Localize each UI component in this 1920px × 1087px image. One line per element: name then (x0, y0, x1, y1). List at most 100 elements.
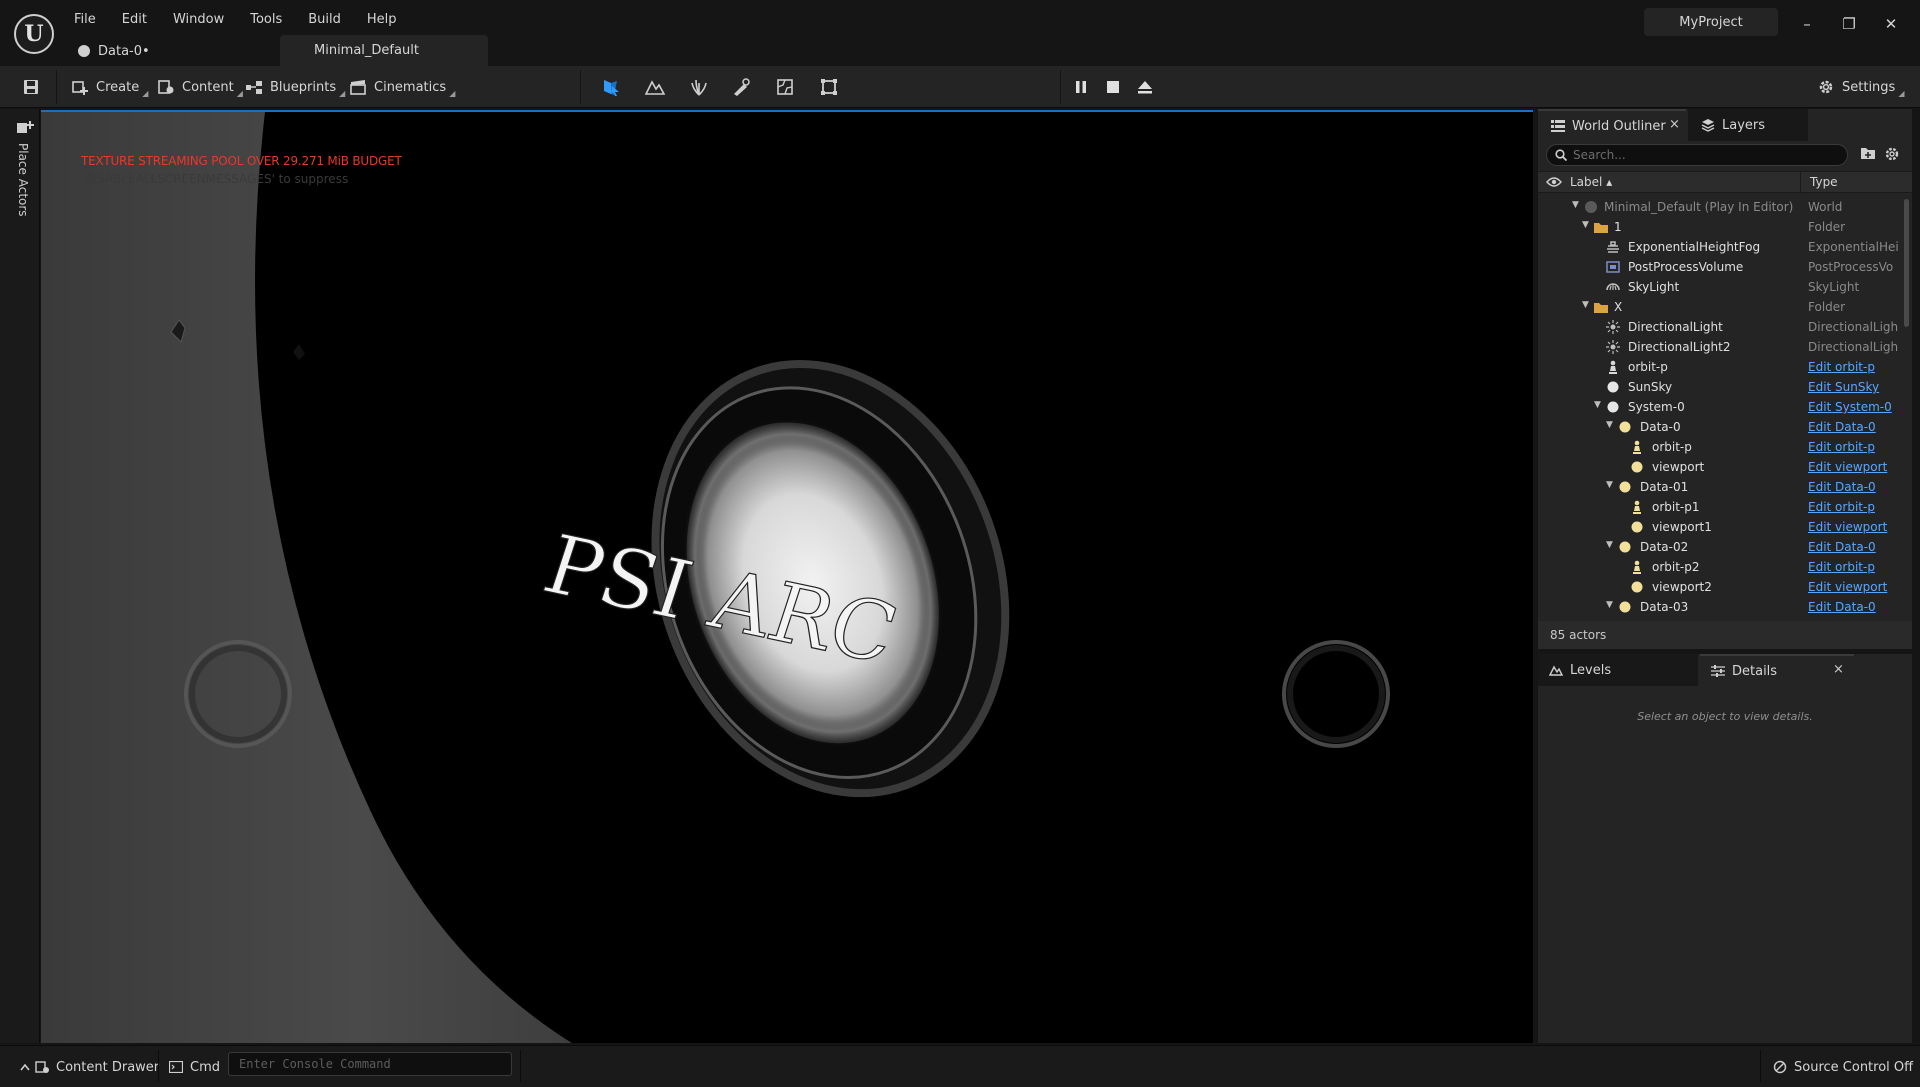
content-button[interactable]: Content ◢ (156, 74, 243, 100)
create-button[interactable]: Create ◢ (70, 74, 148, 100)
tree-row-actor[interactable]: ▼ Data-01 Edit Data-0 (1538, 477, 1912, 497)
tab-world-outliner[interactable]: World Outliner (1538, 109, 1686, 141)
tab-layers[interactable]: Layers (1688, 109, 1808, 141)
menu-help[interactable]: Help (357, 10, 407, 32)
edit-link[interactable]: Edit viewport (1808, 460, 1898, 474)
select-mode-icon[interactable] (598, 74, 624, 100)
settings-button[interactable]: Settings ◢ (1816, 74, 1904, 100)
console-command-field[interactable] (228, 1052, 512, 1076)
tree-row-actor[interactable]: viewport Edit viewport (1538, 457, 1912, 477)
tree-row-actor[interactable]: orbit-p Edit orbit-p (1538, 437, 1912, 457)
tree-row-actor[interactable]: orbit-p Edit orbit-p (1538, 357, 1912, 377)
new-folder-icon[interactable] (1860, 146, 1878, 164)
menu-build[interactable]: Build (298, 10, 351, 32)
tree-row-actor[interactable]: SunSky Edit SunSky (1538, 377, 1912, 397)
content-drawer-button[interactable]: Content Drawer (20, 1056, 159, 1078)
layers-icon (1700, 118, 1716, 132)
content-drawer-icon (34, 1060, 50, 1074)
eject-icon[interactable] (1132, 74, 1158, 100)
landscape-mode-icon[interactable] (642, 74, 668, 100)
console-command-input[interactable] (229, 1053, 511, 1075)
tree-row-actor[interactable]: orbit-p2 Edit orbit-p (1538, 557, 1912, 577)
chevron-down-icon[interactable]: ▼ (1582, 220, 1592, 232)
chevron-up-icon (20, 1060, 30, 1074)
chevron-down-icon[interactable]: ▼ (1606, 600, 1616, 612)
menu-file[interactable]: File (64, 10, 106, 32)
blueprints-button[interactable]: Blueprints ◢ (244, 74, 345, 100)
outliner-scrollbar[interactable] (1904, 199, 1909, 327)
tree-row-actor[interactable]: orbit-p1 Edit orbit-p (1538, 497, 1912, 517)
edit-link[interactable]: Edit orbit-p (1808, 360, 1898, 374)
tree-row-folder[interactable]: ▼ X Folder (1538, 297, 1912, 317)
mesh-paint-mode-icon[interactable] (728, 74, 754, 100)
edit-link[interactable]: Edit Data-0 (1808, 420, 1898, 434)
place-actors-tab[interactable]: Place Actors (12, 143, 30, 243)
tree-row-actor[interactable]: SkyLight SkyLight (1538, 277, 1912, 297)
source-control-button[interactable]: Source Control Off (1772, 1056, 1913, 1078)
tree-row-world[interactable]: ▼ Minimal_Default (Play In Editor) World (1538, 197, 1912, 217)
tree-row-actor[interactable]: ExponentialHeightFog ExponentialHeig (1538, 237, 1912, 257)
place-actors-icon[interactable] (16, 119, 34, 135)
unreal-logo-icon[interactable]: U (14, 14, 54, 54)
stop-icon[interactable] (1100, 74, 1126, 100)
restore-button[interactable]: ❐ (1834, 12, 1864, 36)
chevron-down-icon[interactable]: ▼ (1572, 200, 1582, 212)
outliner-settings-gear-icon[interactable] (1884, 146, 1902, 164)
close-window-button[interactable]: ✕ (1876, 12, 1906, 36)
modeling-mode-icon[interactable] (816, 74, 842, 100)
level-viewport[interactable]: PSI ARC TEXTURE STREAMING POOL OVER 29.2… (41, 110, 1533, 1043)
chevron-down-icon[interactable]: ▼ (1582, 300, 1592, 312)
save-icon[interactable] (18, 74, 44, 100)
outliner-search[interactable] (1546, 144, 1848, 166)
column-type-header[interactable]: Type (1810, 175, 1838, 189)
cmd-button[interactable]: Cmd (168, 1056, 220, 1078)
tree-row-label: Data-02 (1640, 540, 1689, 554)
edit-link[interactable]: Edit viewport (1808, 520, 1898, 534)
outliner-search-input[interactable] (1573, 148, 1833, 162)
column-label-header[interactable]: Label ▴ (1570, 175, 1612, 189)
edit-link[interactable]: Edit Data-0 (1808, 480, 1898, 494)
tree-row-label: X (1614, 300, 1623, 314)
tree-row-actor[interactable]: PostProcessVolume PostProcessVo (1538, 257, 1912, 277)
chevron-down-icon[interactable]: ▼ (1606, 420, 1616, 432)
edit-link[interactable]: Edit orbit-p (1808, 560, 1898, 574)
menu-window[interactable]: Window (163, 10, 234, 32)
tree-row-actor[interactable]: viewport2 Edit viewport (1538, 577, 1912, 597)
edit-link[interactable]: Edit orbit-p (1808, 440, 1898, 454)
tree-row-actor[interactable]: ▼ Data-02 Edit Data-0 (1538, 537, 1912, 557)
document-tab-data[interactable]: Data-0• (78, 40, 150, 62)
tree-row-actor[interactable]: ▼ Data-03 Edit Data-0 (1538, 597, 1912, 615)
edit-link[interactable]: Edit viewport (1808, 580, 1898, 594)
edit-link[interactable]: Edit SunSky (1808, 380, 1898, 394)
close-details-icon[interactable]: × (1833, 662, 1847, 678)
menu-tools[interactable]: Tools (240, 10, 292, 32)
tree-row-actor[interactable]: ▼ Data-0 Edit Data-0 (1538, 417, 1912, 437)
tree-row-folder[interactable]: ▼ 1 Folder (1538, 217, 1912, 237)
cinematics-button[interactable]: Cinematics ◢ (348, 74, 455, 100)
edit-link[interactable]: Edit Data-0 (1808, 600, 1898, 614)
column-separator[interactable] (1800, 172, 1801, 194)
tree-row-actor[interactable]: viewport1 Edit viewport (1538, 517, 1912, 537)
tree-row-actor[interactable]: ▼ System-0 Edit System-0 (1538, 397, 1912, 417)
tree-row-actor[interactable]: DirectionalLight DirectionalLight (1538, 317, 1912, 337)
chevron-down-icon[interactable]: ▼ (1606, 540, 1616, 552)
layers-label: Layers (1722, 117, 1766, 133)
level-tab[interactable]: Minimal_Default (280, 35, 488, 66)
foliage-mode-icon[interactable] (686, 74, 712, 100)
edit-link[interactable]: Edit Data-0 (1808, 540, 1898, 554)
close-outliner-icon[interactable]: × (1669, 117, 1683, 133)
menu-edit[interactable]: Edit (112, 10, 157, 32)
project-name[interactable]: MyProject (1644, 8, 1778, 36)
chevron-down-icon[interactable]: ▼ (1606, 480, 1616, 492)
visibility-eye-icon[interactable] (1546, 175, 1562, 189)
chevron-down-icon[interactable]: ▼ (1594, 400, 1604, 412)
fracture-mode-icon[interactable] (772, 74, 798, 100)
edit-link[interactable]: Edit System-0 (1808, 400, 1898, 414)
tree-row-actor[interactable]: DirectionalLight2 DirectionalLight (1538, 337, 1912, 357)
tab-levels[interactable]: Levels (1538, 654, 1698, 686)
edit-link[interactable]: Edit orbit-p (1808, 500, 1898, 514)
tab-details[interactable]: Details (1700, 654, 1854, 686)
right-joystick[interactable] (1282, 640, 1390, 748)
pause-icon[interactable] (1068, 74, 1094, 100)
minimize-button[interactable]: – (1792, 12, 1822, 36)
